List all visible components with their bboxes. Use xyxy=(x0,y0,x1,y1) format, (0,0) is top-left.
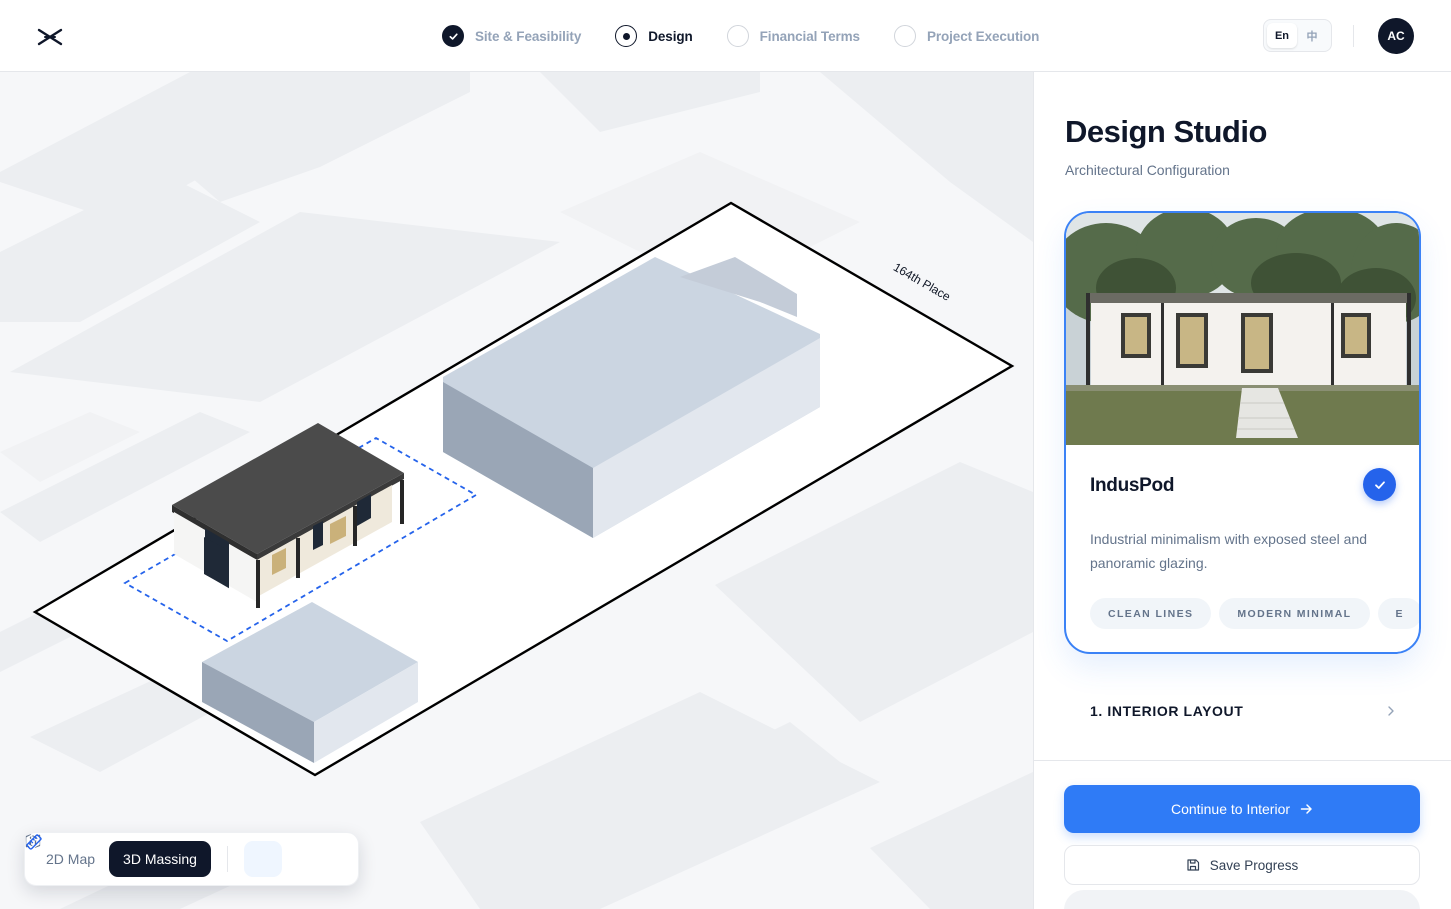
pending-step-icon xyxy=(726,25,749,47)
step-label: Project Execution xyxy=(926,28,1040,44)
step-site-feasibility[interactable]: Site & Feasibility xyxy=(442,25,581,47)
page-title: Design Studio xyxy=(1065,114,1267,149)
style-tag: CLEAN LINES xyxy=(1090,598,1212,629)
loading-placeholder xyxy=(1064,890,1420,909)
view-2d-label: 2D Map xyxy=(46,851,96,867)
design-option-card[interactable]: IndusPod Industrial minimalism with expo… xyxy=(1064,211,1421,654)
step-label: Design xyxy=(648,28,693,44)
language-option-en[interactable]: En xyxy=(1267,23,1297,48)
step-design[interactable]: Design xyxy=(615,25,693,47)
house-photo xyxy=(1066,213,1419,445)
view-2d-map-button[interactable]: 2D Map xyxy=(25,834,109,877)
divider xyxy=(226,846,228,872)
divider xyxy=(1353,25,1354,47)
measure-tool-button[interactable] xyxy=(26,834,282,877)
view-mode-toolbar: 2D Map 3D Massing xyxy=(24,832,359,886)
language-option-zh[interactable]: 中 xyxy=(1297,23,1327,48)
progress-stepper: Site & Feasibility Design Financial Term… xyxy=(442,24,1073,48)
language-switcher: En 中 xyxy=(1263,19,1332,52)
check-icon xyxy=(442,25,464,47)
chevron-right-icon xyxy=(1388,706,1394,716)
avatar[interactable]: AC xyxy=(1378,18,1414,54)
design-name: IndusPod xyxy=(1090,475,1175,496)
step-label: Financial Terms xyxy=(759,28,860,44)
step-financial-terms[interactable]: Financial Terms xyxy=(726,25,860,47)
design-description: Industrial minimalism with exposed steel… xyxy=(1090,531,1368,571)
map-canvas[interactable]: 164th Place 2D Map 3D Massing xyxy=(0,72,1033,909)
arrow-right-icon xyxy=(1300,804,1312,814)
step-label: Site & Feasibility xyxy=(475,28,582,44)
selected-check-icon xyxy=(1363,468,1396,501)
view-3d-massing-button[interactable]: 3D Massing xyxy=(26,833,211,877)
save-progress-button[interactable]: Save Progress xyxy=(1064,845,1420,885)
continue-to-interior-button[interactable]: Continue to Interior xyxy=(1064,785,1420,833)
style-tags: CLEAN LINES MODERN MINIMAL E xyxy=(1090,598,1419,629)
site-massing-view xyxy=(0,72,1033,909)
divider xyxy=(1034,760,1451,761)
step-project-execution[interactable]: Project Execution xyxy=(893,25,1040,47)
pending-step-icon xyxy=(893,25,916,47)
design-panel: Design Studio Architectural Configuratio… xyxy=(1033,72,1451,909)
view-3d-label: 3D Massing xyxy=(123,851,197,867)
section-interior-layout[interactable]: 1. INTERIOR LAYOUT xyxy=(1090,699,1396,723)
top-bar: Site & Feasibility Design Financial Term… xyxy=(0,0,1451,72)
primary-button-label: Continue to Interior xyxy=(1170,801,1291,817)
logo-icon[interactable] xyxy=(36,24,64,50)
ruler-icon xyxy=(26,834,42,850)
page-subtitle: Architectural Configuration xyxy=(1065,162,1230,178)
section-title: 1. INTERIOR LAYOUT xyxy=(1090,703,1244,719)
style-tag: E xyxy=(1377,598,1419,629)
style-tag: MODERN MINIMAL xyxy=(1219,598,1370,629)
save-icon xyxy=(1187,859,1199,871)
secondary-button-label: Save Progress xyxy=(1209,857,1299,873)
current-step-icon xyxy=(615,25,638,47)
